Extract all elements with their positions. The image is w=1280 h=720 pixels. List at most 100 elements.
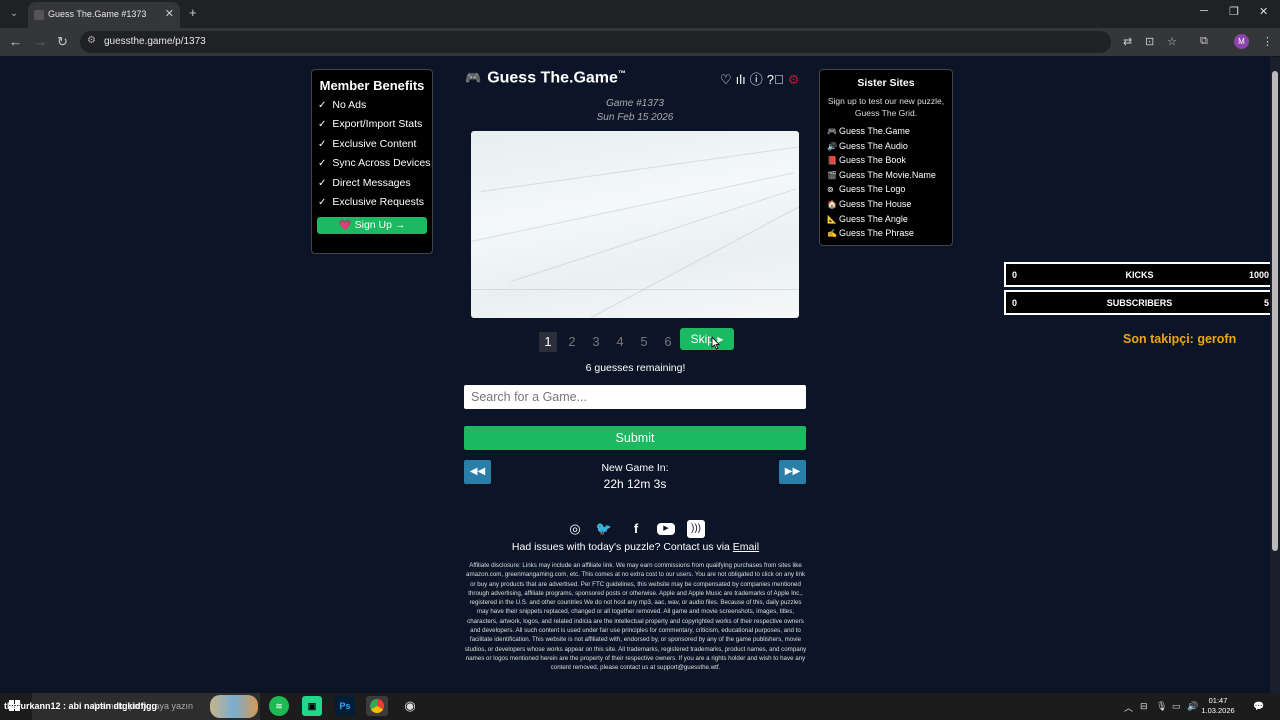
forward-icon[interactable]: → bbox=[34, 34, 47, 49]
sister-site-link[interactable]: 🏠 Guess The House bbox=[820, 197, 952, 212]
new-game-label: New Game In: bbox=[601, 462, 669, 474]
scrollbar-thumb[interactable] bbox=[1272, 71, 1278, 551]
gamepad-icon: 🎮 bbox=[465, 70, 482, 86]
youtube-icon[interactable]: ▶ bbox=[657, 523, 675, 535]
sister-sites-blurb: Sign up to test our new puzzle, Guess Th… bbox=[827, 96, 945, 118]
book-icon: 📕 bbox=[827, 156, 837, 166]
menu-icon[interactable]: ⋮ bbox=[1262, 35, 1273, 48]
benefit-item: ✓ Direct Messages bbox=[318, 176, 411, 189]
browser-tab[interactable]: Guess The.Game #1373 ✕ bbox=[28, 2, 180, 28]
settings-gear-icon[interactable]: ⚙ bbox=[788, 72, 800, 87]
guess-page-1[interactable]: 1 bbox=[539, 332, 557, 352]
sister-site-link[interactable]: 📐 Guess The Angle bbox=[820, 212, 952, 227]
guess-page-2[interactable]: 2 bbox=[563, 332, 581, 352]
volume-icon[interactable]: 🔊 bbox=[1187, 701, 1198, 712]
instagram-icon[interactable]: ◎ bbox=[566, 520, 584, 538]
jetbrains-icon[interactable]: ▣ bbox=[302, 696, 322, 716]
chrome-icon[interactable] bbox=[366, 696, 388, 716]
gamepad-icon: 🎮 bbox=[827, 127, 837, 136]
writing-hand-icon: ✍ bbox=[827, 229, 837, 239]
windows-taskbar: Aramak için buraya yazın thefurkann12 : … bbox=[0, 693, 1280, 720]
close-window-icon[interactable]: ✕ bbox=[1259, 5, 1268, 18]
search-highlight-image bbox=[210, 695, 258, 718]
sister-site-link[interactable]: 🔊 Guess The Audio bbox=[820, 139, 952, 154]
sister-site-link[interactable]: 🎬 Guess The Movie.Name bbox=[820, 168, 952, 183]
minimize-icon[interactable]: ─ bbox=[1200, 5, 1208, 17]
tab-close-icon[interactable]: ✕ bbox=[165, 7, 174, 20]
guess-page-5[interactable]: 5 bbox=[635, 332, 653, 352]
sister-sites-list: 🎮 Guess The.Game 🔊 Guess The Audio 📕 Guess … bbox=[820, 124, 952, 241]
previous-game-button[interactable]: ◀◀ bbox=[464, 460, 491, 484]
install-icon[interactable]: ⊡ bbox=[1145, 35, 1154, 48]
help-icon[interactable]: ?⃝ bbox=[767, 72, 784, 87]
omnibox[interactable]: ⚙ guessthe.game/p/1373 bbox=[80, 31, 1111, 53]
back-icon[interactable]: ← bbox=[9, 34, 22, 49]
spotify-icon[interactable]: ≋ bbox=[269, 696, 289, 716]
guess-page-6[interactable]: 6 bbox=[659, 332, 677, 352]
rewind-icon: ◀◀ bbox=[469, 466, 486, 477]
site-logo[interactable]: 🎮 Guess The.Game™ bbox=[465, 69, 626, 87]
member-benefits-list: ✓ No Ads ✓ Export/Import Stats ✓ Exclusive … bbox=[312, 96, 432, 212]
facebook-icon[interactable]: f bbox=[627, 520, 645, 538]
url-text: guessthe.game/p/1373 bbox=[104, 36, 206, 47]
taskbar-search[interactable]: Aramak için buraya yazın thefurkann12 : … bbox=[4, 693, 260, 720]
check-icon: ✓ bbox=[318, 119, 327, 131]
tab-search-icon[interactable]: ⌄ bbox=[6, 6, 22, 22]
rss-icon[interactable]: ))) bbox=[687, 520, 705, 538]
new-tab-icon[interactable]: + bbox=[189, 5, 197, 20]
extensions-icon[interactable]: ⧉ bbox=[1200, 35, 1208, 48]
game-search-input[interactable] bbox=[464, 385, 806, 409]
email-link[interactable]: Email bbox=[733, 541, 759, 553]
next-game-button[interactable]: ▶▶ bbox=[779, 460, 806, 484]
sister-site-link[interactable]: 🎮 Guess The.Game bbox=[820, 124, 952, 139]
sister-site-link[interactable]: ✍ Guess The Phrase bbox=[820, 226, 952, 241]
twitter-icon[interactable]: 🐦 bbox=[595, 520, 613, 538]
translate-icon[interactable]: ⇄ bbox=[1123, 35, 1132, 48]
benefit-item: ✓ No Ads bbox=[318, 99, 367, 111]
check-icon: ✓ bbox=[318, 100, 327, 111]
guess-page-3[interactable]: 3 bbox=[587, 332, 605, 352]
heart-outline-icon[interactable]: ♡ bbox=[720, 72, 732, 87]
network-icon[interactable]: ▭ bbox=[1172, 701, 1181, 712]
benefit-item: ✓ Exclusive Content bbox=[318, 137, 417, 150]
speaker-icon: 🔊 bbox=[827, 141, 837, 151]
taskbar-clock[interactable]: 01:47 1.03.2026 bbox=[1198, 696, 1238, 716]
address-bar-row: ← → ↻ ⚙ guessthe.game/p/1373 ⇄ ⊡ ☆ ⧉ ⋮ bbox=[0, 28, 1280, 56]
profile-avatar[interactable]: M bbox=[1234, 34, 1249, 49]
game-screenshot bbox=[471, 131, 799, 318]
benefit-item: ✓ Sync Across Devices bbox=[318, 157, 431, 170]
page-scrollbar[interactable] bbox=[1270, 57, 1280, 693]
sister-site-link[interactable]: ⊚ Guess The Logo bbox=[820, 182, 952, 197]
check-icon: ✓ bbox=[318, 196, 327, 208]
clapperboard-icon: 🎬 bbox=[827, 170, 837, 180]
affiliate-disclaimer: Affiliate disclosure: Links may include … bbox=[464, 562, 807, 672]
tray-device-icon[interactable]: ⊟ bbox=[1140, 701, 1148, 712]
notifications-icon[interactable]: 💬 bbox=[1253, 701, 1264, 712]
info-icon[interactable]: ⓘ bbox=[750, 72, 763, 87]
restore-icon[interactable]: ❐ bbox=[1229, 5, 1239, 18]
reload-icon[interactable]: ↻ bbox=[57, 34, 68, 50]
submit-button[interactable]: Submit bbox=[464, 426, 806, 450]
obs-icon[interactable]: ◉ bbox=[400, 696, 420, 716]
sister-site-link[interactable]: 📕 Guess The Book bbox=[820, 153, 952, 168]
signup-button[interactable]: 💗 Sign Up → bbox=[317, 217, 427, 234]
guesses-remaining: 6 guesses remaining! bbox=[585, 362, 686, 374]
skip-button[interactable]: Skip ▸ bbox=[680, 328, 734, 350]
tab-favicon-icon bbox=[34, 10, 44, 20]
site-info-icon[interactable]: ⚙ bbox=[87, 35, 96, 46]
tray-chevron-icon[interactable]: ︿ bbox=[1124, 701, 1133, 714]
stream-chat-overlay: thefurkann12 : abi naptin dtgkidfjgg bbox=[4, 701, 157, 711]
microphone-icon[interactable]: 🎙 bbox=[1156, 701, 1167, 712]
fast-forward-icon: ▶▶ bbox=[784, 466, 801, 477]
photoshop-icon[interactable]: Ps bbox=[335, 696, 355, 716]
stats-icon[interactable]: ılı bbox=[736, 72, 746, 87]
guess-page-4[interactable]: 4 bbox=[611, 332, 629, 352]
game-date: Sun Feb 15 2026 bbox=[596, 112, 674, 123]
subscribers-counter: 0 SUBSCRIBERS 5 bbox=[1004, 290, 1275, 315]
bookmark-star-icon[interactable]: ☆ bbox=[1167, 35, 1177, 48]
member-benefits-title: Member Benefits bbox=[319, 78, 425, 93]
check-icon: ✓ bbox=[318, 138, 327, 150]
mouse-cursor-icon bbox=[711, 336, 720, 350]
member-benefits-panel: Member Benefits ✓ No Ads ✓ Export/Import S… bbox=[311, 69, 433, 254]
header-icons: ♡ ılı ⓘ ?⃝ ⚙ bbox=[720, 69, 803, 88]
